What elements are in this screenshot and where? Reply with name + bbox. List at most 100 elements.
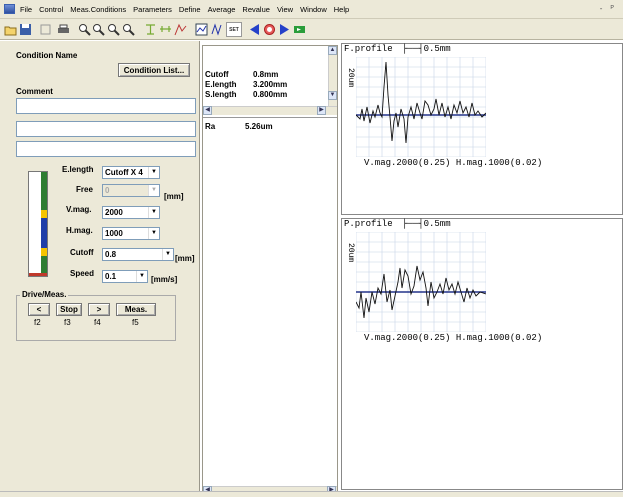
free-unit: [mm] [164, 192, 184, 201]
chevron-down-icon[interactable]: ▼ [148, 167, 159, 178]
app-icon [4, 4, 15, 14]
start-icon[interactable] [292, 22, 307, 37]
profile-graph-1[interactable]: F.profile ├──┤0.5mm 20um V.mag.2000(0.25… [341, 43, 623, 215]
menu-help[interactable]: Help [334, 5, 349, 14]
graph-1-grid [356, 57, 486, 157]
window-controls[interactable]: - ᴾ [600, 4, 617, 13]
comment-field-3[interactable] [16, 141, 196, 157]
chevron-down-icon: ▼ [148, 185, 159, 196]
right-arrow-icon[interactable] [277, 22, 292, 37]
cutoff-select[interactable]: 0.8 ▼ [102, 248, 174, 261]
vmag-select[interactable]: 2000 ▼ [102, 206, 160, 219]
scroll-right-icon[interactable]: ▶ [317, 106, 326, 115]
scroll-left-icon[interactable]: ◀ [203, 106, 212, 115]
scroll-up-icon[interactable]: ▲ [328, 46, 337, 55]
graph-1-vscale: 20um [346, 68, 355, 88]
vmag-value: 2000 [105, 208, 123, 217]
elength-value: Cutoff X 4 [105, 168, 143, 177]
profile-graph-2[interactable]: P.profile ├──┤0.5mm 20um V.mag.2000(0.25… [341, 218, 623, 490]
stop-key: f3 [64, 318, 71, 327]
drive-left-button[interactable]: < [28, 303, 50, 316]
set-icon[interactable]: SET [226, 22, 242, 37]
print-icon[interactable] [56, 22, 71, 37]
free-value: 0 [105, 186, 110, 195]
speed-label: Speed [70, 269, 95, 278]
stop-icon[interactable] [262, 22, 277, 37]
zoom-icon[interactable] [77, 22, 92, 37]
hmag-value: 1000 [105, 229, 123, 238]
menu-view[interactable]: View [277, 5, 293, 14]
elength-select[interactable]: Cutoff X 4 ▼ [102, 166, 160, 179]
measure-icon[interactable] [210, 22, 225, 37]
chevron-down-icon[interactable]: ▼ [136, 271, 147, 282]
graph-2-magnification: V.mag.2000(0.25) H.mag.1000(0.02) [364, 333, 543, 343]
conditions-hscrollbar[interactable]: ◀ ▶ [203, 106, 337, 115]
result-ra-name: Ra [205, 122, 216, 131]
menu-revalue[interactable]: Revalue [242, 5, 270, 14]
menu-file[interactable]: File [20, 5, 32, 14]
menu-window[interactable]: Window [300, 5, 327, 14]
speed-unit: [mm/s] [151, 275, 178, 284]
menu-meas-conditions[interactable]: Meas.Conditions [70, 5, 126, 14]
range-indicator-base [29, 273, 47, 276]
measure-key: f5 [132, 318, 139, 327]
condition-slength-value: 0.800mm [253, 90, 288, 99]
condition-cutoff-name: Cutoff [205, 70, 229, 79]
cutoff-value: 0.8 [105, 250, 117, 259]
graph-1-hscale: ├──┤0.5mm [402, 44, 451, 54]
graph-icon[interactable] [194, 22, 209, 37]
condition-cutoff-value: 0.8mm [253, 70, 279, 79]
vmag-label: V.mag. [66, 205, 92, 214]
elength-label: E.length [62, 165, 94, 174]
cutoff-unit: [mm] [175, 254, 195, 263]
compare-icon[interactable] [173, 22, 188, 37]
condition-elength-value: 3.200mm [253, 80, 288, 89]
measure-button[interactable]: Meas. [116, 303, 156, 316]
drive-meas-label: Drive/Meas. [20, 290, 69, 299]
speed-value: 0.1 [105, 272, 117, 281]
menu-control[interactable]: Control [39, 5, 63, 14]
menu-average[interactable]: Average [208, 5, 236, 14]
comment-field-2[interactable] [16, 121, 196, 137]
zoom-in-icon[interactable] [91, 22, 106, 37]
hmag-select[interactable]: 1000 ▼ [102, 227, 160, 240]
scale-icon[interactable] [158, 22, 173, 37]
condition-panel: Condition Name Condition List... Comment… [0, 41, 200, 497]
conditions-scrollbar[interactable]: ▲ ▼ [328, 46, 337, 108]
result-ra-value: 5.26um [245, 122, 273, 131]
chevron-down-icon[interactable]: ▼ [148, 207, 159, 218]
menu-parameters[interactable]: Parameters [133, 5, 172, 14]
cutoff-label: Cutoff [70, 248, 94, 257]
condition-elength-name: E.length [205, 80, 237, 89]
status-bar [0, 491, 623, 497]
comment-field-1[interactable] [16, 98, 196, 114]
menu-items: File Control Meas.Conditions Parameters … [20, 5, 349, 14]
fit-icon[interactable] [121, 22, 136, 37]
left-arrow-icon[interactable] [247, 22, 262, 37]
condition-list-button[interactable]: Condition List... [118, 63, 190, 77]
stop-button[interactable]: Stop [56, 303, 82, 316]
graph-1-hscale-value: 0.5mm [423, 44, 451, 54]
graph-2-hscale-bar: ├──┤ [402, 219, 424, 229]
comment-label: Comment [16, 87, 53, 96]
graph-1-title: F.profile [344, 44, 393, 54]
scroll-down-icon[interactable]: ▼ [328, 91, 337, 100]
graph-1-magnification: V.mag.2000(0.25) H.mag.1000(0.02) [364, 158, 543, 168]
menu-define[interactable]: Define [179, 5, 201, 14]
filter-icon[interactable] [143, 22, 158, 37]
free-select: 0 ▼ [102, 184, 160, 197]
condition-name-label: Condition Name [16, 51, 78, 60]
zoom-out-icon[interactable] [106, 22, 121, 37]
range-indicator-yellow-2 [41, 248, 47, 256]
chevron-down-icon[interactable]: ▼ [148, 228, 159, 239]
graph-2-vscale: 20um [346, 243, 355, 263]
chevron-down-icon[interactable]: ▼ [162, 249, 173, 260]
graph-2-title: P.profile [344, 219, 393, 229]
undo-icon[interactable] [38, 22, 53, 37]
conditions-box: Cutoff 0.8mm E.length 3.200mm S.length 0… [203, 46, 337, 118]
speed-select[interactable]: 0.1 ▼ [102, 270, 148, 283]
save-icon[interactable] [18, 22, 33, 37]
range-indicator-green [41, 172, 47, 210]
drive-right-button[interactable]: > [88, 303, 110, 316]
open-icon[interactable] [3, 22, 18, 37]
